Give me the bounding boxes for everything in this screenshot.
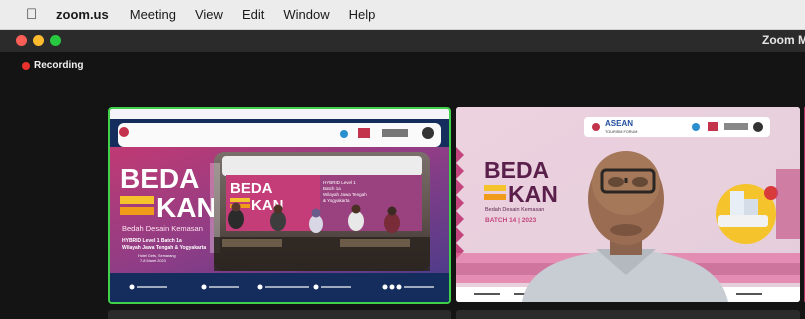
meeting-stage: Recording BEDA KAN Bedah Desain Kemasan … — [0, 52, 805, 319]
menu-edit[interactable]: Edit — [242, 7, 264, 22]
asean-logo-sub: TOURISM FORUM — [605, 130, 637, 134]
menu-view[interactable]: View — [195, 7, 223, 22]
next-row-tile — [108, 310, 451, 319]
photo-line1: HYBRID Level 1 — [323, 180, 356, 185]
event-photo: BEDA KAN HYBRID Level 1 Batch 1a Wilayah… — [210, 152, 430, 271]
menu-bar:  zoom.us Meeting View Edit Window Help — [0, 0, 805, 30]
participant-video: ASEAN TOURISM FORUM BEDA KAN Bedah Desai… — [456, 107, 800, 302]
kan-text: KAN — [156, 192, 217, 223]
photo-line4: & Yogyakarta — [323, 198, 350, 203]
camera-batch: BATCH 14 | 2023 — [485, 217, 537, 224]
apple-icon[interactable]:  — [26, 6, 48, 23]
recording-label: Recording — [34, 60, 84, 71]
logo-icon — [119, 127, 129, 137]
menu-help[interactable]: Help — [349, 7, 376, 22]
photo-line3: Wilayah Jawa Tengah — [323, 192, 367, 197]
minimize-window-button[interactable] — [33, 35, 44, 46]
menu-meeting[interactable]: Meeting — [130, 7, 176, 22]
recording-dot-icon — [22, 61, 30, 70]
banner-subtitle: Bedah Desain Kemasan — [122, 224, 203, 233]
video-tile-participant[interactable]: ASEAN TOURISM FORUM BEDA KAN Bedah Desai… — [456, 107, 800, 302]
menu-app-name[interactable]: zoom.us — [56, 7, 109, 22]
banner-region: Wilayah Jawa Tengah & Yogyakarta — [122, 245, 206, 251]
next-row-tile — [456, 310, 800, 319]
banner-event: HYBRID Level 1 Batch 1a — [122, 238, 182, 244]
beda-text: BEDA — [120, 163, 199, 194]
camera-subtitle: Bedah Desain Kemasan — [485, 207, 544, 213]
photo-beda-text: BEDA — [230, 180, 273, 197]
menu-window[interactable]: Window — [283, 7, 329, 22]
close-window-button[interactable] — [16, 35, 27, 46]
banner-graphic: BEDA KAN Bedah Desain Kemasan HYBRID Lev… — [110, 109, 449, 302]
video-tile-active-speaker[interactable]: BEDA KAN Bedah Desain Kemasan HYBRID Lev… — [108, 107, 451, 304]
window-title-bar: Zoom M — [0, 30, 805, 52]
window-title: Zoom M — [762, 33, 805, 47]
fullscreen-window-button[interactable] — [50, 35, 61, 46]
asean-logo: ASEAN — [605, 119, 633, 128]
photo-line2: Batch 1a — [323, 186, 341, 191]
camera-beda-text: BEDA — [484, 157, 549, 183]
camera-kan-text: KAN — [508, 181, 558, 207]
recording-indicator[interactable]: Recording — [22, 60, 83, 71]
banner-date: 7-8 Maret 2023 — [140, 259, 166, 263]
banner-venue: Hotel Gets, Semarang — [138, 254, 176, 258]
